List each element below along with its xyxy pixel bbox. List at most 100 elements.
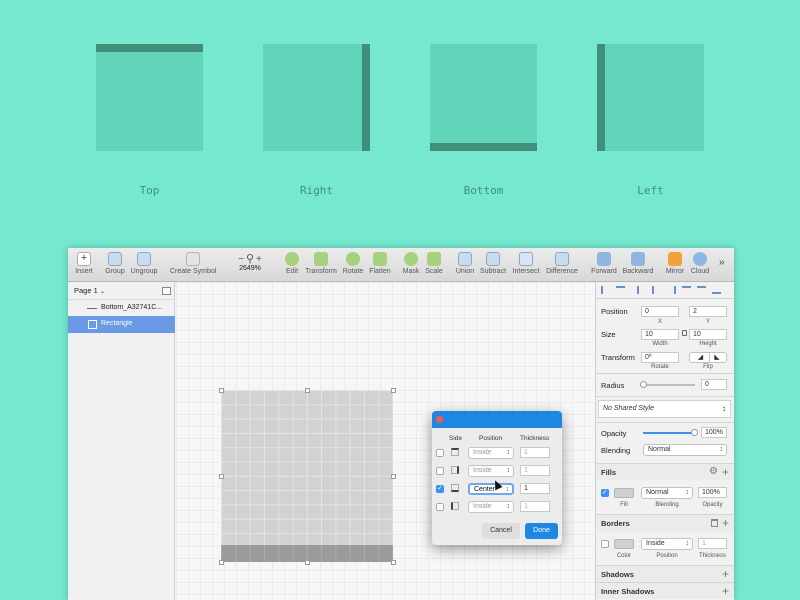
align-middle-icon[interactable] [697, 286, 706, 294]
resize-handle-top[interactable] [305, 388, 310, 393]
fill-blend-select[interactable]: Normal [641, 487, 693, 499]
align-top-edge-icon[interactable] [682, 286, 691, 294]
add-inner-shadow-icon[interactable]: + [722, 584, 729, 598]
fills-title: Fills [601, 468, 617, 477]
radius-slider[interactable] [640, 381, 695, 388]
resize-handle-top-right[interactable] [391, 388, 396, 393]
side-bottom-checkbox[interactable] [436, 484, 444, 493]
difference-button[interactable]: Difference [544, 252, 580, 275]
side-left-icon [451, 502, 459, 510]
flip-horizontal-icon[interactable]: ◢ [693, 353, 708, 362]
side-top-checkbox[interactable] [436, 449, 444, 457]
align-center-icon[interactable] [616, 286, 625, 294]
layer-row[interactable]: Bottom_A32741C... [68, 299, 175, 316]
toolbar-overflow-button[interactable]: » [719, 257, 725, 268]
align-left-icon[interactable] [601, 286, 610, 294]
fill-color-swatch[interactable] [614, 488, 634, 498]
side-left-thickness-field[interactable]: 1 [520, 501, 550, 512]
height-field[interactable]: 10 [689, 329, 727, 340]
edit-button[interactable]: Edit [282, 252, 302, 275]
transform-button[interactable]: Transform [304, 252, 338, 275]
add-page-icon[interactable] [162, 287, 171, 295]
side-bottom-position-select[interactable]: Center [468, 483, 514, 495]
resize-handle-bottom-left[interactable] [219, 560, 224, 565]
selected-rectangle[interactable] [221, 390, 393, 562]
side-right-checkbox[interactable] [436, 467, 444, 475]
zoom-out-icon[interactable]: − [238, 254, 244, 265]
flip-sublabel: Flip [703, 364, 713, 370]
subtract-button[interactable]: Subtract [479, 252, 507, 275]
add-fill-icon[interactable]: + [722, 465, 729, 479]
flip-vertical-icon[interactable]: ◣ [709, 353, 724, 362]
done-button[interactable]: Done [525, 523, 558, 539]
chevron-down-icon: ⌄ [99, 289, 105, 295]
resize-handle-left[interactable] [219, 474, 224, 479]
mirror-button[interactable]: Mirror [664, 252, 686, 275]
zoom-control[interactable]: − ⚲ +2649% [230, 252, 270, 272]
cloud-button[interactable]: Cloud [689, 252, 711, 275]
union-button[interactable]: Union [454, 252, 476, 275]
x-field[interactable]: 0 [641, 306, 679, 317]
lock-icon[interactable] [682, 330, 687, 336]
zoom-in-icon[interactable]: + [256, 254, 262, 265]
side-right-position-select[interactable]: Inside [468, 465, 514, 477]
group-button[interactable]: Group [104, 252, 126, 275]
side-left-checkbox[interactable] [436, 503, 444, 511]
flatten-button[interactable]: Flatten [367, 252, 393, 275]
rotate-label: Rotate [342, 268, 364, 275]
width-field[interactable]: 10 [641, 329, 679, 340]
gear-icon[interactable]: ⚙ [709, 466, 718, 477]
width-label: Width [652, 341, 668, 347]
trash-icon[interactable] [711, 519, 718, 527]
demo-label-right: Right [299, 184, 334, 197]
resize-handle-top-left[interactable] [219, 388, 224, 393]
insert-button[interactable]: + Insert [73, 252, 95, 275]
backward-button[interactable]: Backward [621, 252, 655, 275]
side-bottom-thickness-field[interactable]: 1 [520, 483, 550, 494]
add-shadow-icon[interactable]: + [722, 567, 729, 581]
blending-select[interactable]: Normal [643, 444, 727, 456]
add-border-icon[interactable]: + [722, 516, 729, 530]
rotate-field[interactable]: 0º [641, 352, 679, 363]
page-selector[interactable]: Page 1 ⌄ [74, 286, 105, 295]
flatten-label: Flatten [369, 268, 391, 275]
opacity-slider[interactable] [643, 429, 698, 436]
side-left-position-select[interactable]: Inside [468, 501, 514, 513]
create-symbol-button[interactable]: Create Symbol [170, 252, 216, 275]
toolbar: + Insert Group Ungroup Create Symbol − ⚲ … [68, 248, 734, 282]
border-color-swatch[interactable] [614, 539, 634, 549]
ungroup-button[interactable]: Ungroup [129, 252, 159, 275]
align-left-edge-icon[interactable] [637, 286, 646, 294]
border-thickness-field[interactable]: 1 [698, 538, 727, 549]
border-enabled-checkbox[interactable] [601, 540, 609, 548]
mask-icon [404, 252, 418, 266]
slider-knob[interactable] [640, 381, 647, 388]
y-field[interactable]: 2 [689, 306, 727, 317]
fill-opacity-field[interactable]: 100% [698, 487, 727, 498]
side-top-position-select[interactable]: Inside [468, 447, 514, 459]
scale-button[interactable]: Scale [424, 252, 444, 275]
side-top-icon [451, 448, 459, 456]
resize-handle-bottom[interactable] [305, 560, 310, 565]
close-icon[interactable] [436, 416, 443, 423]
intersect-button[interactable]: Intersect [511, 252, 541, 275]
opacity-field[interactable]: 100% [701, 427, 727, 438]
side-right-thickness-field[interactable]: 1 [520, 465, 550, 476]
border-position-select[interactable]: Inside [641, 538, 693, 550]
forward-button[interactable]: Forward [590, 252, 618, 275]
align-horizontal-center-icon[interactable] [652, 286, 661, 294]
side-top-thickness-field[interactable]: 1 [520, 447, 550, 458]
resize-handle-right[interactable] [391, 474, 396, 479]
rotate-button[interactable]: Rotate [341, 252, 365, 275]
mirror-icon [668, 252, 682, 266]
align-bottom-edge-icon[interactable] [712, 286, 721, 294]
fill-enabled-checkbox[interactable] [601, 488, 609, 497]
shared-style-select[interactable]: No Shared Style ↕ [598, 400, 731, 418]
align-right-edge-icon[interactable] [667, 286, 676, 294]
cancel-button[interactable]: Cancel [482, 523, 520, 539]
radius-field[interactable]: 0 [701, 379, 727, 390]
layer-row-selected[interactable]: Rectangle [68, 316, 175, 333]
resize-handle-bottom-right[interactable] [391, 560, 396, 565]
mask-button[interactable]: Mask [401, 252, 421, 275]
slider-knob[interactable] [691, 429, 698, 436]
